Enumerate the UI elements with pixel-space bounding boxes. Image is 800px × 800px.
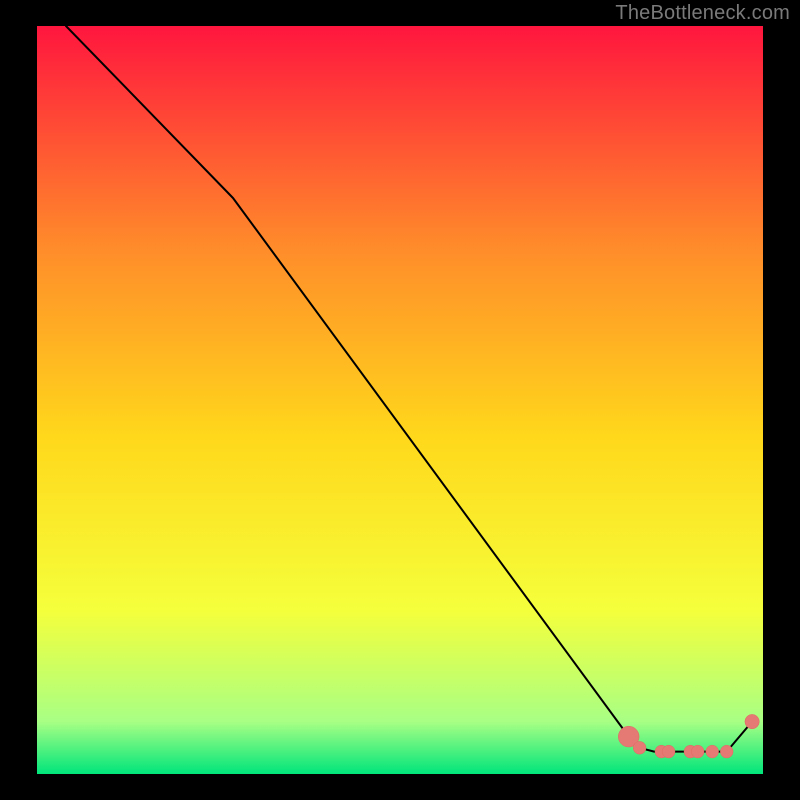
cluster-marker: [633, 741, 646, 754]
cluster-marker: [720, 745, 733, 758]
end-marker: [745, 714, 759, 728]
cluster-marker: [706, 745, 719, 758]
cluster-marker: [662, 745, 675, 758]
watermark-text: TheBottleneck.com: [615, 2, 790, 25]
chart-svg: [37, 26, 763, 774]
plot-area: [37, 26, 763, 774]
cluster-marker: [691, 745, 704, 758]
gradient-background: [37, 26, 763, 774]
chart-frame: TheBottleneck.com: [0, 0, 800, 800]
